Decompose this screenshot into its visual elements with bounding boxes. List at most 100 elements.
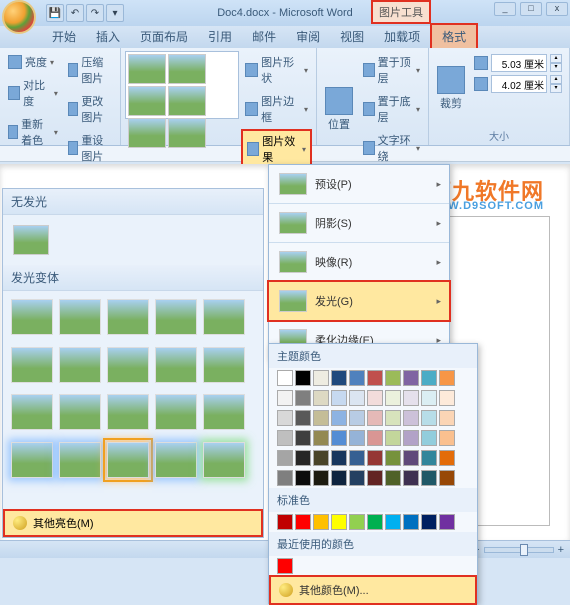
zoom-slider[interactable] <box>484 547 554 553</box>
picture-styles-gallery[interactable] <box>125 51 239 119</box>
color-swatch[interactable] <box>403 410 419 426</box>
tab-insert[interactable]: 插入 <box>86 25 130 48</box>
redo-icon[interactable]: ↷ <box>86 4 104 22</box>
glow-thumb[interactable] <box>59 442 101 478</box>
zoom-in[interactable]: + <box>558 544 564 556</box>
glow-thumb[interactable] <box>107 299 149 335</box>
color-swatch[interactable] <box>331 390 347 406</box>
color-swatch[interactable] <box>349 470 365 486</box>
contrast-button[interactable]: 对比度▾ <box>4 74 62 112</box>
recolor-button[interactable]: 重新着色▾ <box>4 113 62 151</box>
color-swatch[interactable] <box>313 390 329 406</box>
color-swatch[interactable] <box>403 470 419 486</box>
color-swatch[interactable] <box>277 450 293 466</box>
color-swatch[interactable] <box>421 430 437 446</box>
tab-mailings[interactable]: 邮件 <box>242 25 286 48</box>
glow-thumb[interactable] <box>155 442 197 478</box>
color-swatch[interactable] <box>439 514 455 530</box>
style-thumb[interactable] <box>168 118 206 148</box>
office-button[interactable] <box>2 0 36 34</box>
color-swatch[interactable] <box>331 430 347 446</box>
glow-thumb[interactable] <box>203 442 245 478</box>
color-swatch[interactable] <box>295 430 311 446</box>
reset-picture-button[interactable]: 重设图片 <box>64 129 117 167</box>
position-label[interactable]: 位置 <box>328 116 350 132</box>
tab-references[interactable]: 引用 <box>198 25 242 48</box>
glow-thumb[interactable] <box>107 394 149 430</box>
color-swatch[interactable] <box>313 450 329 466</box>
color-swatch[interactable] <box>439 470 455 486</box>
color-swatch[interactable] <box>277 430 293 446</box>
color-swatch[interactable] <box>349 410 365 426</box>
menu-glow[interactable]: 发光(G)▸ <box>267 280 451 322</box>
picture-shape-button[interactable]: 图片形状▾ <box>241 51 312 89</box>
color-swatch[interactable] <box>331 370 347 386</box>
save-icon[interactable]: 💾 <box>46 4 64 22</box>
color-swatch[interactable] <box>421 370 437 386</box>
send-back-button[interactable]: 置于底层▾ <box>359 90 424 128</box>
color-swatch[interactable] <box>367 470 383 486</box>
menu-reflection[interactable]: 映像(R)▸ <box>269 243 449 281</box>
glow-thumb-selected[interactable] <box>107 442 149 478</box>
color-swatch[interactable] <box>349 514 365 530</box>
color-swatch[interactable] <box>367 514 383 530</box>
glow-thumb[interactable] <box>203 299 245 335</box>
color-swatch[interactable] <box>349 370 365 386</box>
glow-thumb[interactable] <box>203 394 245 430</box>
height-down[interactable]: ▾ <box>550 63 562 72</box>
color-swatch[interactable] <box>277 370 293 386</box>
undo-icon[interactable]: ↶ <box>66 4 84 22</box>
qat-dropdown-icon[interactable]: ▾ <box>106 4 124 22</box>
color-swatch[interactable] <box>367 430 383 446</box>
color-swatch[interactable] <box>295 450 311 466</box>
color-swatch[interactable] <box>403 370 419 386</box>
no-glow-thumb[interactable] <box>13 225 49 255</box>
height-up[interactable]: ▴ <box>550 54 562 63</box>
color-swatch[interactable] <box>439 370 455 386</box>
brightness-button[interactable]: 亮度▾ <box>4 51 62 73</box>
color-swatch[interactable] <box>331 470 347 486</box>
style-thumb[interactable] <box>168 86 206 116</box>
width-down[interactable]: ▾ <box>550 84 562 93</box>
glow-thumb[interactable] <box>59 394 101 430</box>
color-swatch[interactable] <box>385 470 401 486</box>
color-swatch[interactable] <box>367 450 383 466</box>
color-swatch[interactable] <box>403 450 419 466</box>
menu-shadow[interactable]: 阴影(S)▸ <box>269 204 449 242</box>
compress-button[interactable]: 压缩图片 <box>64 51 117 89</box>
height-input[interactable] <box>491 54 547 72</box>
color-swatch[interactable] <box>313 470 329 486</box>
color-swatch[interactable] <box>295 514 311 530</box>
color-swatch[interactable] <box>331 410 347 426</box>
color-swatch[interactable] <box>403 430 419 446</box>
color-swatch[interactable] <box>385 430 401 446</box>
color-swatch[interactable] <box>385 514 401 530</box>
crop-label[interactable]: 裁剪 <box>440 95 462 111</box>
menu-preset[interactable]: 预设(P)▸ <box>269 165 449 203</box>
color-swatch[interactable] <box>349 450 365 466</box>
color-swatch[interactable] <box>385 410 401 426</box>
tab-review[interactable]: 审阅 <box>286 25 330 48</box>
color-swatch[interactable] <box>439 390 455 406</box>
picture-effects-button[interactable]: 图片效果▾ <box>241 129 312 169</box>
color-swatch[interactable] <box>331 514 347 530</box>
glow-thumb[interactable] <box>11 442 53 478</box>
color-swatch[interactable] <box>349 430 365 446</box>
style-thumb[interactable] <box>168 54 206 84</box>
color-swatch[interactable] <box>295 410 311 426</box>
color-swatch[interactable] <box>295 390 311 406</box>
color-swatch[interactable] <box>421 390 437 406</box>
bring-front-button[interactable]: 置于顶层▾ <box>359 51 424 89</box>
more-glow-colors[interactable]: 其他亮色(M) <box>3 509 263 537</box>
glow-thumb[interactable] <box>203 347 245 383</box>
color-swatch[interactable] <box>403 390 419 406</box>
color-swatch[interactable] <box>367 410 383 426</box>
glow-thumb[interactable] <box>11 394 53 430</box>
tab-addins[interactable]: 加载项 <box>374 25 430 48</box>
color-swatch[interactable] <box>277 558 293 574</box>
color-swatch[interactable] <box>439 450 455 466</box>
color-swatch[interactable] <box>421 450 437 466</box>
change-picture-button[interactable]: 更改图片 <box>64 90 117 128</box>
glow-thumb[interactable] <box>155 299 197 335</box>
color-swatch[interactable] <box>385 390 401 406</box>
